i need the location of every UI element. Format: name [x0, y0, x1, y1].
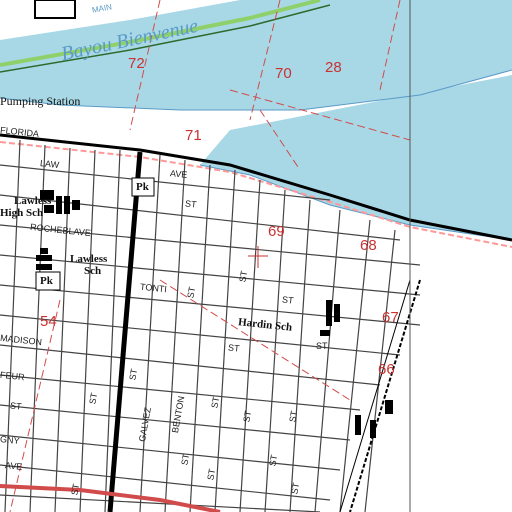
- street-gny: GNY: [0, 434, 21, 446]
- street-ave-1: AVE: [169, 168, 188, 180]
- section-71: 71: [185, 127, 202, 144]
- street-ave-2: AVE: [4, 460, 23, 472]
- high-sch-label: High Sch: [0, 207, 44, 219]
- street-st-14: ST: [9, 400, 23, 412]
- street-law: LAW: [39, 158, 60, 170]
- section-67: 67: [382, 309, 399, 326]
- section-66: 66: [378, 361, 395, 378]
- section-69: 69: [268, 223, 285, 240]
- section-72: 72: [128, 55, 145, 72]
- topo-map[interactable]: Bayou Bienvenue MAIN Pumping Station 72 …: [0, 0, 512, 512]
- main-avenue: [107, 151, 143, 512]
- section-54: 54: [40, 313, 57, 330]
- section-28: 28: [325, 59, 342, 76]
- sch-label-2: Sch: [84, 265, 102, 277]
- street-st-1: ST: [184, 198, 198, 210]
- pumping-station-label: Pumping Station: [0, 94, 81, 108]
- street-st-4: ST: [281, 294, 295, 306]
- park-label-1: Pk: [136, 181, 149, 193]
- street-st-label: ST: [316, 341, 328, 351]
- lawless-high-label: Lawless: [14, 195, 52, 207]
- park-label-2: Pk: [40, 275, 53, 287]
- rail-line-2: [339, 279, 411, 512]
- section-68: 68: [360, 237, 377, 254]
- street-st-5: ST: [227, 342, 241, 354]
- top-left-building: [34, 0, 76, 19]
- lawless-sch-label: Lawless: [70, 253, 108, 265]
- section-70: 70: [275, 65, 292, 82]
